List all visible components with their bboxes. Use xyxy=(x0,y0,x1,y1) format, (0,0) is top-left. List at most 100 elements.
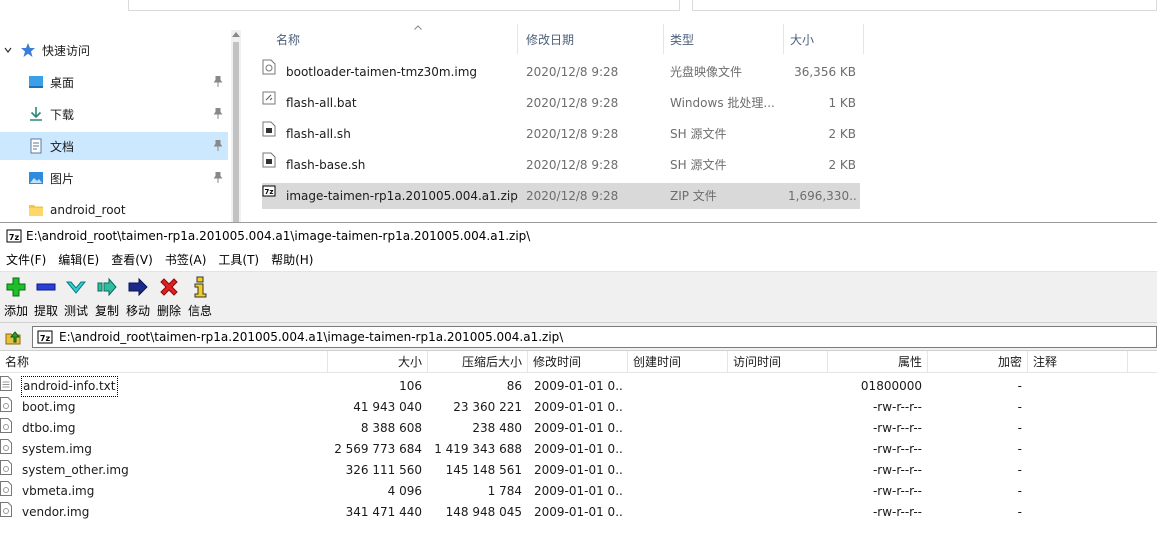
menu-help[interactable]: 帮助(H) xyxy=(265,249,319,271)
column-header-name-label: 名称 xyxy=(276,32,301,47)
column-header-type[interactable]: 类型 xyxy=(662,24,784,54)
path-input[interactable]: 7z E:\android_root\taimen-rp1a.201005.00… xyxy=(32,326,1157,348)
entry-attributes: -rw-r--r-- xyxy=(872,463,922,477)
scroll-up-icon[interactable] xyxy=(232,32,240,37)
file-row[interactable]: flash-all.bat 2020/12/8 9:28 Windows 批处理… xyxy=(262,90,860,116)
nav-label-quick-access: 快速访问 xyxy=(42,43,91,58)
star-icon xyxy=(21,43,35,57)
column-header-name[interactable]: 名称 xyxy=(268,24,518,54)
info-button[interactable]: 信息 xyxy=(184,276,216,320)
pin-icon[interactable] xyxy=(214,108,222,119)
nav-item-desktop[interactable]: 桌面 xyxy=(0,68,228,96)
table-row[interactable]: system.img 2 569 773 684 1 419 343 688 2… xyxy=(0,439,1157,460)
delete-button[interactable]: 删除 xyxy=(153,276,185,320)
table-row[interactable]: vendor.img 341 471 440 148 948 045 2009-… xyxy=(0,502,1157,523)
file-row[interactable]: flash-all.sh 2020/12/8 9:28 SH 源文件 2 KB xyxy=(262,121,860,147)
pin-icon[interactable] xyxy=(214,172,222,183)
disc-image-file-icon xyxy=(262,59,276,75)
table-row[interactable]: vbmeta.img 4 096 1 784 2009-01-01 0... -… xyxy=(0,481,1157,502)
file-name: bootloader-taimen-tmz30m.img xyxy=(286,65,478,79)
file-row-selected[interactable]: 7z image-taimen-rp1a.201005.004.a1.zip 2… xyxy=(262,183,860,209)
column-header-comment[interactable]: 注释 xyxy=(1028,351,1128,373)
path-text: E:\android_root\taimen-rp1a.201005.004.a… xyxy=(59,330,564,344)
nav-label-documents: 文档 xyxy=(50,139,75,154)
script-file-icon xyxy=(262,152,276,168)
entry-packed-size: 1 784 xyxy=(487,484,522,498)
table-row[interactable]: dtbo.img 8 388 608 238 480 2009-01-01 0.… xyxy=(0,418,1157,439)
menu-file[interactable]: 文件(F) xyxy=(0,249,52,271)
column-header-accessed[interactable]: 访问时间 xyxy=(728,351,828,373)
address-row: 7z E:\android_root\taimen-rp1a.201005.00… xyxy=(0,323,1157,351)
entry-encrypted: - xyxy=(1017,463,1022,477)
table-row[interactable]: system_other.img 326 111 560 145 148 561… xyxy=(0,460,1157,481)
pin-icon[interactable] xyxy=(214,140,222,151)
menu-tools[interactable]: 工具(T) xyxy=(212,249,265,271)
file-name: flash-base.sh xyxy=(286,158,366,172)
file-date: 2020/12/8 9:28 xyxy=(526,96,619,110)
entry-attributes: -rw-r--r-- xyxy=(872,484,922,498)
entry-encrypted: - xyxy=(1017,379,1022,393)
file-size: 36,356 KB xyxy=(794,65,856,79)
menu-bookmarks[interactable]: 书签(A) xyxy=(159,249,213,271)
entry-attributes: -rw-r--r-- xyxy=(872,421,922,435)
extract-button[interactable]: 提取 xyxy=(30,276,62,320)
table-row[interactable]: boot.img 41 943 040 23 360 221 2009-01-0… xyxy=(0,397,1157,418)
image-file-icon xyxy=(0,481,12,496)
column-header-size[interactable]: 大小 xyxy=(782,24,864,54)
column-header-modified[interactable]: 修改时间 xyxy=(528,351,628,373)
entry-modified: 2009-01-01 0... xyxy=(534,505,624,519)
plus-icon xyxy=(6,277,26,297)
move-label: 移动 xyxy=(125,304,150,318)
title-bar[interactable]: 7z E:\android_root\taimen-rp1a.201005.00… xyxy=(0,223,1157,249)
column-header-created[interactable]: 创建时间 xyxy=(628,351,728,373)
menu-edit[interactable]: 编辑(E) xyxy=(52,249,105,271)
nav-item-downloads[interactable]: 下载 xyxy=(0,100,228,128)
nav-item-pictures[interactable]: 图片 xyxy=(0,164,228,192)
chevron-down-icon[interactable] xyxy=(4,46,12,54)
entry-size: 4 096 xyxy=(387,484,422,498)
nav-item-quick-access[interactable]: 快速访问 xyxy=(0,36,228,64)
add-label: 添加 xyxy=(3,304,28,318)
file-row[interactable]: flash-base.sh 2020/12/8 9:28 SH 源文件 2 KB xyxy=(262,152,860,178)
entry-modified: 2009-01-01 0... xyxy=(534,463,624,477)
column-header-encrypted[interactable]: 加密 xyxy=(928,351,1028,373)
entry-attributes: -rw-r--r-- xyxy=(872,505,922,519)
nav-item-android-root[interactable]: android_root xyxy=(0,196,228,222)
file-date: 2020/12/8 9:28 xyxy=(526,127,619,141)
entry-packed-size: 1 419 343 688 xyxy=(434,442,522,456)
column-header-attributes[interactable]: 属性 xyxy=(828,351,928,373)
entry-packed-size: 23 360 221 xyxy=(453,400,522,414)
file-row[interactable]: bootloader-taimen-tmz30m.img 2020/12/8 9… xyxy=(262,59,860,85)
column-header-type-label: 类型 xyxy=(670,32,695,47)
search-box[interactable] xyxy=(692,0,1157,11)
entry-packed-size: 238 480 xyxy=(472,421,522,435)
move-arrow-icon xyxy=(128,277,148,297)
7zip-archive-icon: 7z xyxy=(262,185,276,197)
7zip-archive-icon: 7z xyxy=(37,330,53,344)
download-icon xyxy=(30,107,42,121)
scrollbar-thumb[interactable] xyxy=(233,42,239,222)
menu-view[interactable]: 查看(V) xyxy=(105,249,159,271)
column-header-name[interactable]: 名称 xyxy=(0,351,328,373)
add-button[interactable]: 添加 xyxy=(0,276,32,320)
image-file-icon xyxy=(0,460,12,475)
file-type: SH 源文件 xyxy=(670,127,727,141)
file-size: 2 KB xyxy=(828,158,856,172)
column-header-size[interactable]: 大小 xyxy=(328,351,428,373)
column-header-date[interactable]: 修改日期 xyxy=(518,24,664,54)
pin-icon[interactable] xyxy=(214,76,222,87)
copy-button[interactable]: 复制 xyxy=(91,276,123,320)
7zip-file-manager-window: 7z E:\android_root\taimen-rp1a.201005.00… xyxy=(0,222,1157,548)
column-header-packed-size[interactable]: 压缩后大小 xyxy=(428,351,528,373)
nav-scrollbar[interactable] xyxy=(231,30,241,222)
entry-attributes: -rw-r--r-- xyxy=(872,442,922,456)
move-button[interactable]: 移动 xyxy=(122,276,154,320)
nav-item-documents[interactable]: 文档 xyxy=(0,132,228,160)
copy-arrow-icon xyxy=(97,277,117,297)
folder-up-icon[interactable] xyxy=(4,328,22,346)
table-row[interactable]: android-info.txt 106 86 2009-01-01 0... … xyxy=(0,376,1157,397)
test-button[interactable]: 测试 xyxy=(60,276,92,320)
file-size: 2 KB xyxy=(828,127,856,141)
address-bar[interactable] xyxy=(128,0,680,11)
column-header-size-label: 大小 xyxy=(790,32,815,47)
